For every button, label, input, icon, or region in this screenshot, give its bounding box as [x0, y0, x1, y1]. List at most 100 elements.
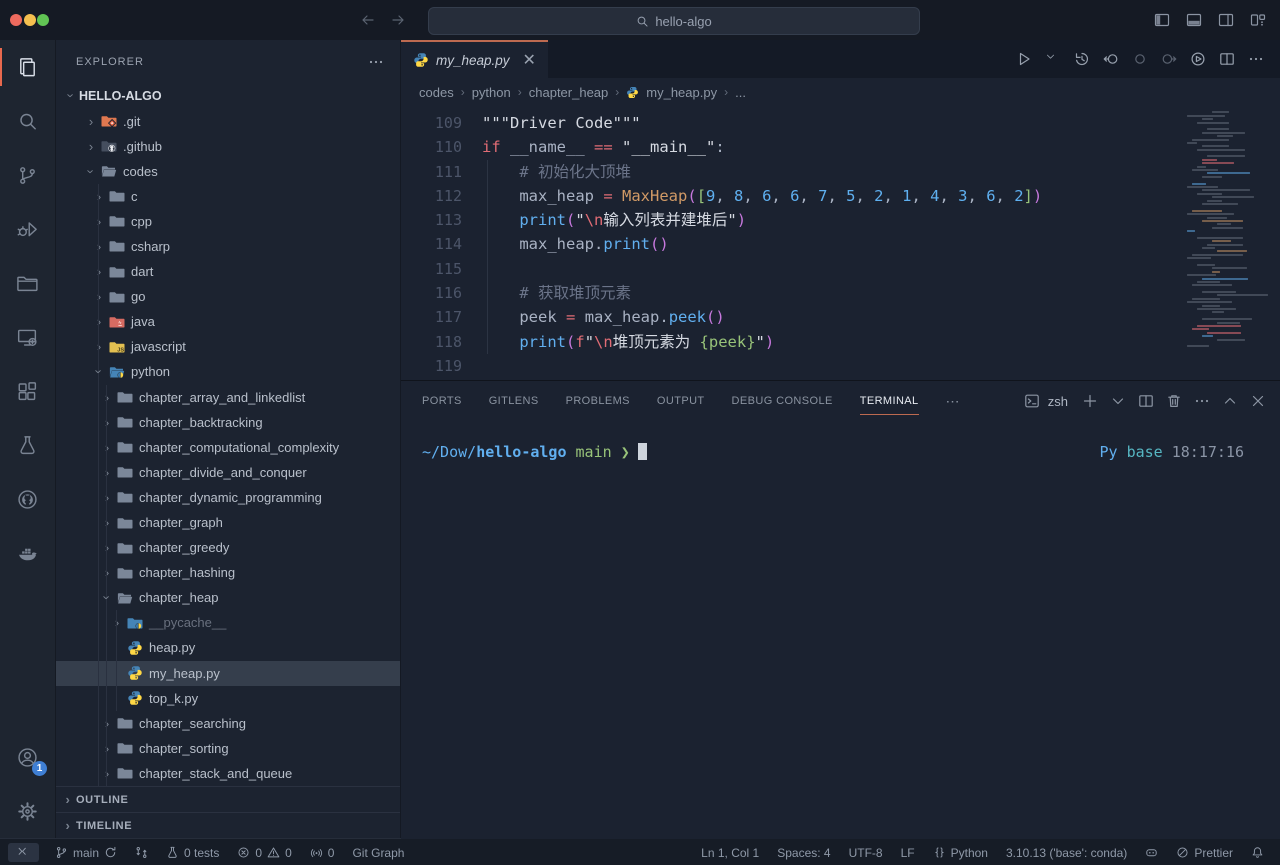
- tree-item-python[interactable]: ›python: [56, 359, 400, 384]
- tree-item-chapter-sorting[interactable]: ›chapter_sorting: [56, 736, 400, 761]
- layout-grid-icon[interactable]: [1250, 12, 1266, 28]
- tab-my-heap-py[interactable]: my_heap.py ✕: [401, 40, 548, 78]
- chevron-right-icon[interactable]: ›: [99, 441, 115, 454]
- panel-tab-output[interactable]: OUTPUT: [657, 381, 705, 421]
- breadcrumb-item[interactable]: python: [472, 85, 511, 100]
- panel-tabs-more-icon[interactable]: ⋯: [946, 381, 960, 421]
- tree-item-c[interactable]: ›c: [56, 184, 400, 209]
- tree-item-chapter-heap[interactable]: ›chapter_heap: [56, 585, 400, 610]
- chev-up-icon[interactable]: [1222, 393, 1238, 409]
- activity-settings[interactable]: [0, 784, 55, 838]
- section-timeline[interactable]: ›TIMELINE: [56, 812, 400, 838]
- layout-bottom-icon[interactable]: [1186, 12, 1202, 28]
- tree-item-top-k-py[interactable]: top_k.py: [56, 686, 400, 711]
- status-python-interpreter[interactable]: 3.10.13 ('base': conda): [1000, 844, 1133, 862]
- more-actions-icon[interactable]: [1248, 51, 1264, 67]
- section-outline[interactable]: ›OUTLINE: [56, 786, 400, 812]
- layout-left-icon[interactable]: [1154, 12, 1170, 28]
- run-python-file-icon[interactable]: [1016, 51, 1032, 67]
- activity-accounts[interactable]: 1: [0, 730, 55, 784]
- tree-item-hello-algo[interactable]: ›HELLO-ALGO: [56, 83, 400, 108]
- activity-source-control[interactable]: [0, 148, 55, 202]
- status-remote-indicator[interactable]: [8, 843, 39, 862]
- chevron-right-icon[interactable]: ›: [99, 541, 115, 554]
- chevron-right-icon[interactable]: ›: [83, 115, 99, 128]
- chevron-right-icon[interactable]: ›: [91, 290, 107, 303]
- tree-item-chapter-graph[interactable]: ›chapter_graph: [56, 510, 400, 535]
- close-icon[interactable]: [1250, 393, 1266, 409]
- chevron-right-icon[interactable]: ›: [91, 265, 107, 278]
- status-prettier[interactable]: Prettier: [1170, 844, 1239, 862]
- terminal-icon[interactable]: [1024, 393, 1040, 409]
- chevron-down-icon[interactable]: ›: [93, 364, 106, 380]
- explorer-more-actions-icon[interactable]: [368, 54, 384, 70]
- chevron-right-icon[interactable]: ›: [99, 742, 115, 755]
- tree-item-chapter-searching[interactable]: ›chapter_searching: [56, 711, 400, 736]
- tree-item--git[interactable]: ›.git: [56, 108, 400, 133]
- chev-down-icon[interactable]: [1110, 393, 1126, 409]
- chevron-right-icon[interactable]: ›: [99, 491, 115, 504]
- tree-item-cpp[interactable]: ›cpp: [56, 209, 400, 234]
- tree-item-chapter-dynamic-programming[interactable]: ›chapter_dynamic_programming: [56, 485, 400, 510]
- activity-search[interactable]: [0, 94, 55, 148]
- command-center-search[interactable]: hello-algo: [428, 7, 920, 35]
- panel-tab-problems[interactable]: PROBLEMS: [566, 381, 630, 421]
- chevron-down-icon[interactable]: ›: [101, 590, 114, 606]
- chevron-right-icon[interactable]: ›: [91, 315, 107, 328]
- minimap[interactable]: [1202, 110, 1266, 348]
- panel-tab-terminal[interactable]: TERMINAL: [860, 381, 919, 421]
- chevron-right-icon[interactable]: ›: [99, 416, 115, 429]
- chevron-right-icon[interactable]: ›: [91, 190, 107, 203]
- tree-item-chapter-greedy[interactable]: ›chapter_greedy: [56, 535, 400, 560]
- layout-right-icon[interactable]: [1218, 12, 1234, 28]
- status-cursor-position[interactable]: Ln 1, Col 1: [695, 844, 765, 862]
- navigate-forward-button[interactable]: [390, 12, 406, 28]
- chevron-right-icon[interactable]: ›: [99, 391, 115, 404]
- status-eol[interactable]: LF: [895, 844, 921, 862]
- split-icon[interactable]: [1138, 393, 1154, 409]
- tab-close-icon[interactable]: ✕: [523, 50, 536, 70]
- activity-extensions[interactable]: [0, 364, 55, 418]
- tree-item--github[interactable]: ›.github: [56, 134, 400, 159]
- tree-item-chapter-hashing[interactable]: ›chapter_hashing: [56, 560, 400, 585]
- file-history-icon[interactable]: [1074, 51, 1090, 67]
- status-copilot[interactable]: [1139, 844, 1164, 861]
- breadcrumb-item[interactable]: codes: [419, 85, 454, 100]
- activity-explorer[interactable]: [0, 40, 55, 94]
- chevron-right-icon[interactable]: ›: [91, 340, 107, 353]
- status-git-graph[interactable]: Git Graph: [346, 844, 410, 862]
- status-git-compare[interactable]: [129, 844, 154, 861]
- tree-item-dart[interactable]: ›dart: [56, 259, 400, 284]
- tree-item-go[interactable]: ›go: [56, 284, 400, 309]
- minimize-window-button[interactable]: [24, 14, 36, 26]
- status-ports[interactable]: 0: [304, 844, 341, 862]
- close-window-button[interactable]: [10, 14, 22, 26]
- chevron-right-icon[interactable]: ›: [99, 717, 115, 730]
- tree-item-my-heap-py[interactable]: my_heap.py: [56, 661, 400, 686]
- chevron-down-icon[interactable]: ›: [65, 88, 78, 104]
- split-editor-icon[interactable]: [1219, 51, 1235, 67]
- code-editor[interactable]: 109"""Driver Code"""110if __name__ == "_…: [401, 106, 1280, 380]
- chevron-right-icon[interactable]: ›: [99, 516, 115, 529]
- tree-item-java[interactable]: ›java: [56, 309, 400, 334]
- tree-item-csharp[interactable]: ›csharp: [56, 234, 400, 259]
- breadcrumb-item[interactable]: my_heap.py: [646, 85, 717, 100]
- activity-remote-explorer[interactable]: [0, 310, 55, 364]
- activity-run-and-debug[interactable]: [0, 202, 55, 256]
- ellipsis-icon[interactable]: [1194, 393, 1210, 409]
- chevron-right-icon[interactable]: ›: [91, 215, 107, 228]
- tree-item-codes[interactable]: ›codes: [56, 159, 400, 184]
- run-or-debug-icon[interactable]: [1190, 51, 1206, 67]
- tree-item-chapter-computational-complexity[interactable]: ›chapter_computational_complexity: [56, 435, 400, 460]
- plus-icon[interactable]: [1082, 393, 1098, 409]
- status-encoding[interactable]: UTF-8: [843, 844, 889, 862]
- tree-item-chapter-stack-and-queue[interactable]: ›chapter_stack_and_queue: [56, 761, 400, 786]
- navigate-back-circle-icon[interactable]: [1103, 51, 1119, 67]
- chevron-right-icon[interactable]: ›: [91, 240, 107, 253]
- navigate-back-button[interactable]: [360, 12, 376, 28]
- panel-tab-ports[interactable]: PORTS: [422, 381, 462, 421]
- tree-item-chapter-divide-and-conquer[interactable]: ›chapter_divide_and_conquer: [56, 460, 400, 485]
- chevron-right-icon[interactable]: ›: [99, 566, 115, 579]
- activity-github[interactable]: [0, 472, 55, 526]
- trash-icon[interactable]: [1166, 393, 1182, 409]
